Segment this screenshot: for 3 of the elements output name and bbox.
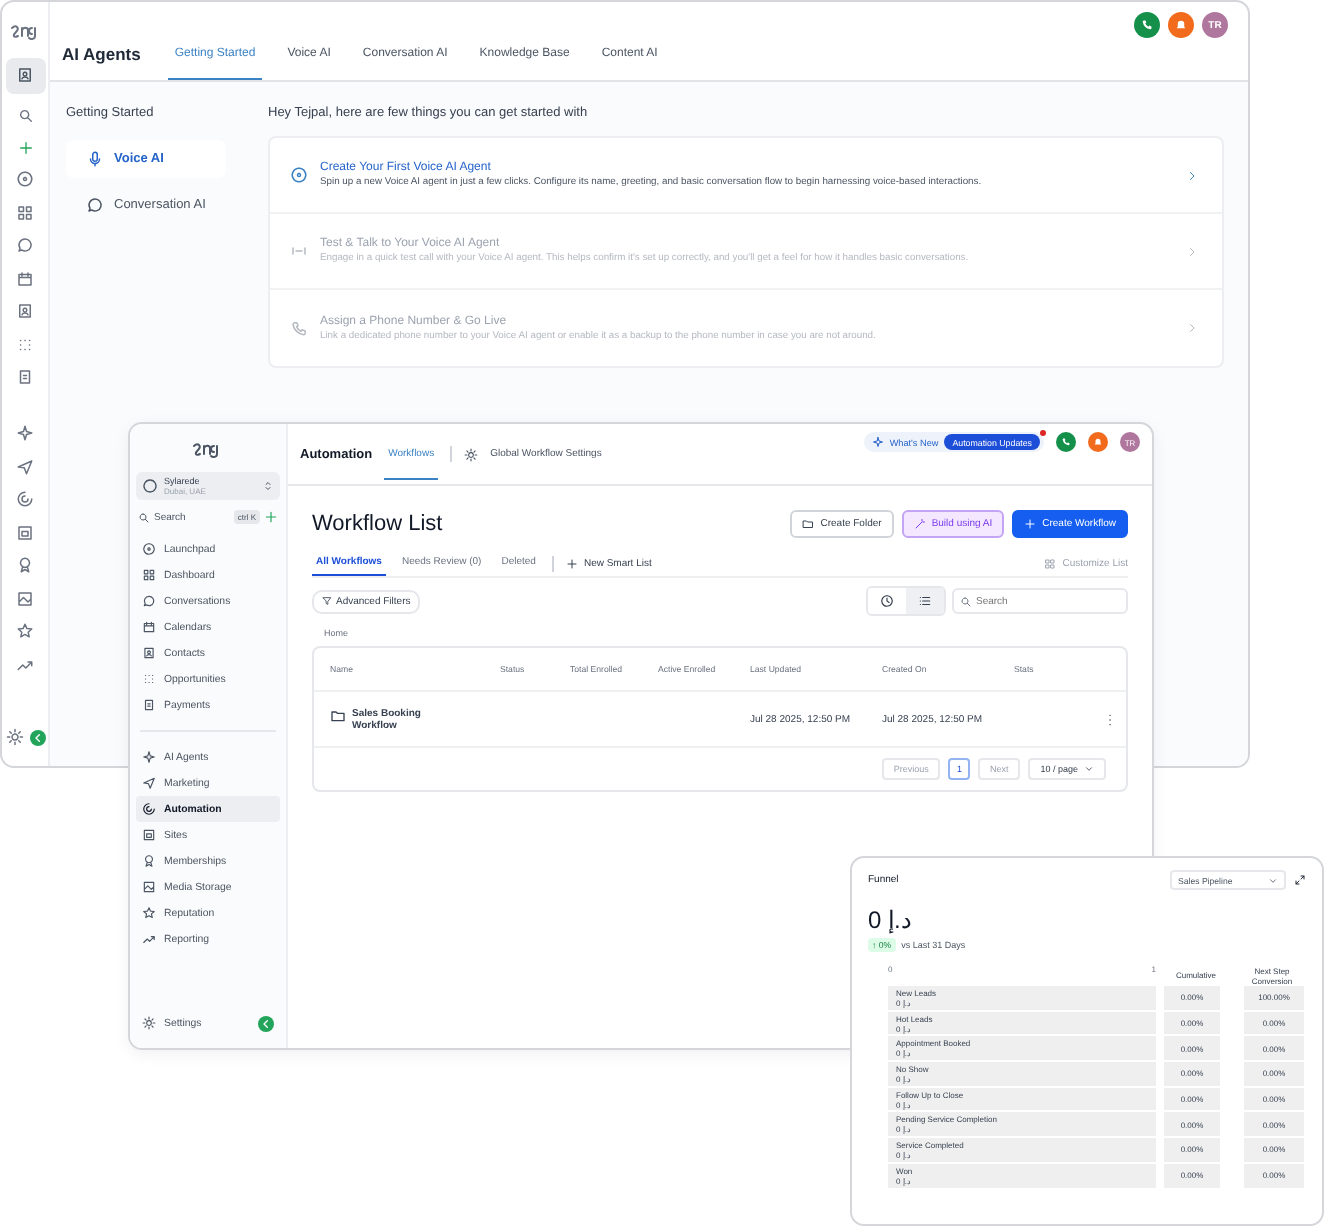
- page-title: AI Agents: [62, 44, 141, 68]
- total-value: 0 د.إ: [868, 906, 913, 934]
- page-title: Workflow List: [312, 512, 443, 536]
